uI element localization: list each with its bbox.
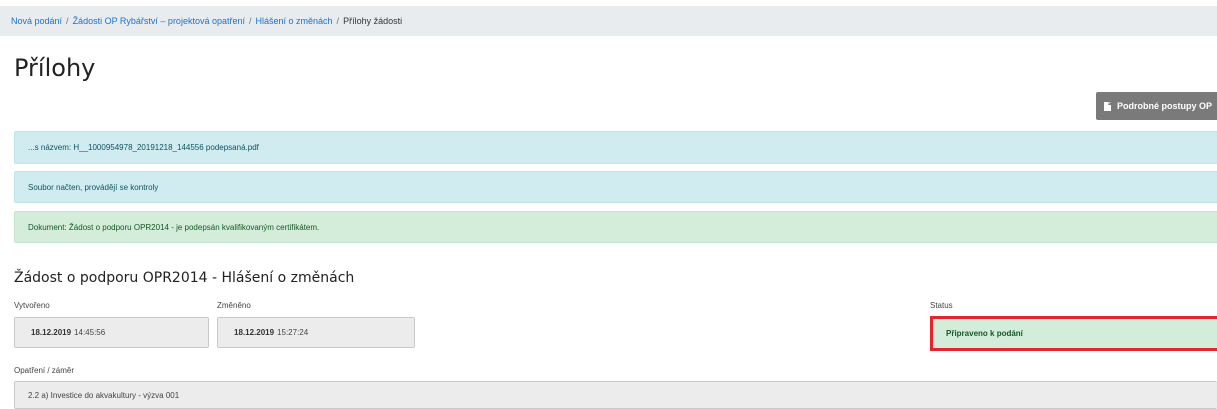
changed-label: Změněno [217, 301, 251, 310]
detailed-procedures-label: Podrobné postupy OP [1117, 101, 1213, 111]
created-date: 18.12.2019 [31, 328, 72, 337]
status-value: Připraveno k podání [946, 329, 1023, 338]
breadcrumb: Nová podání / Žádosti OP Rybářství – pro… [0, 6, 1217, 36]
status-label: Status [930, 301, 953, 310]
status-field: Připraveno k podání [930, 316, 1217, 351]
breadcrumb-separator: / [248, 16, 252, 26]
measure-label: Opatření / záměr [14, 366, 75, 375]
breadcrumb-current: Přílohy žádosti [343, 16, 403, 26]
alert-signature-valid-text: Dokument: Žádost o podporu OPR2014 - je … [28, 222, 320, 232]
created-label: Vytvořeno [14, 301, 50, 310]
measure-field: 2.2 a) Investice do akvakultury - výzva … [14, 381, 1217, 409]
changed-field: 18.12.2019 15:27:24 [217, 317, 415, 348]
alert-filename-text: ...s názvem: H__1000954978_20191218_1445… [28, 143, 259, 152]
page-title: Přílohy [14, 54, 96, 82]
alert-filename: ...s názvem: H__1000954978_20191218_1445… [14, 131, 1217, 164]
changed-date: 18.12.2019 [234, 328, 275, 337]
alert-file-loaded: Soubor načten, provádějí se kontroly [14, 171, 1217, 203]
changed-time: 15:27:24 [277, 328, 309, 337]
breadcrumb-link-new-submissions[interactable]: Nová podání [11, 16, 62, 26]
breadcrumb-separator: / [66, 16, 69, 26]
created-field: 18.12.2019 14:45:56 [14, 317, 209, 348]
breadcrumb-link-change-reports[interactable]: Hlášení o změnách [256, 16, 333, 26]
document-icon [1104, 101, 1111, 111]
measure-value: 2.2 a) Investice do akvakultury - výzva … [28, 390, 180, 400]
alert-signature-valid: Dokument: Žádost o podporu OPR2014 - je … [14, 211, 1217, 243]
breadcrumb-separator: / [336, 16, 340, 26]
alert-file-loaded-text: Soubor načten, provádějí se kontroly [28, 182, 159, 192]
detailed-procedures-button[interactable]: Podrobné postupy OP [1096, 92, 1217, 120]
form-title: Žádost o podporu OPR2014 - Hlášení o změ… [14, 270, 355, 286]
breadcrumb-link-applications[interactable]: Žádosti OP Rybářství – projektová opatře… [73, 16, 245, 26]
created-time: 14:45:56 [74, 328, 106, 337]
